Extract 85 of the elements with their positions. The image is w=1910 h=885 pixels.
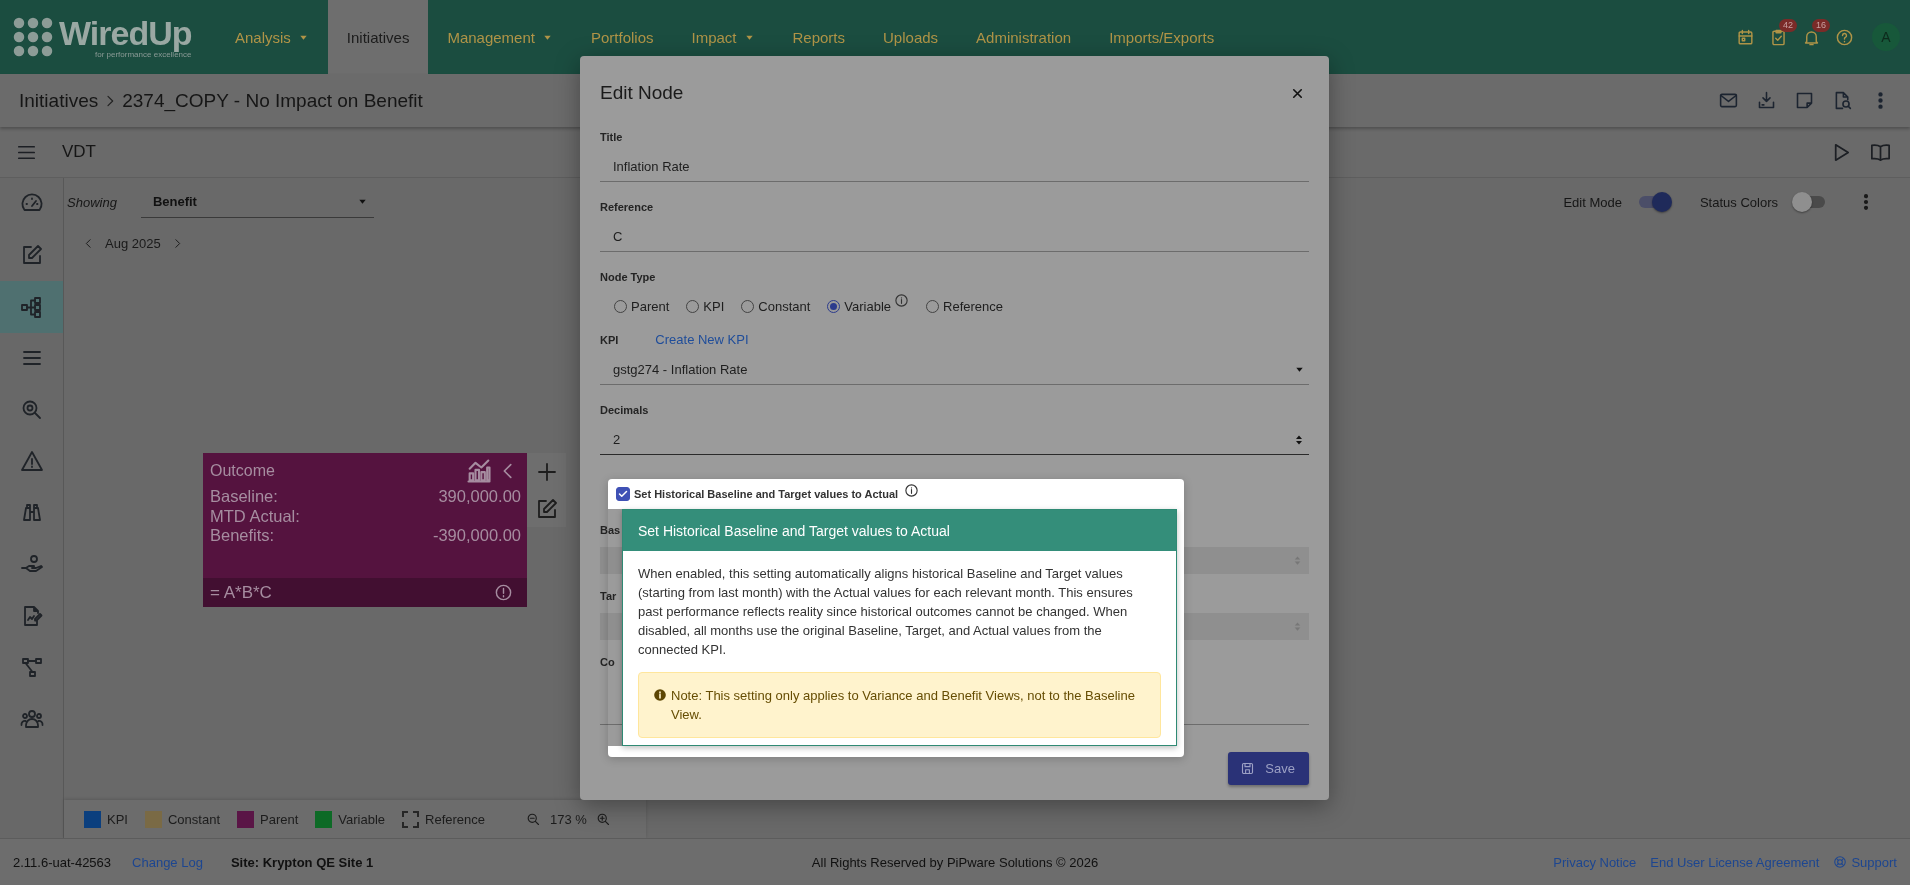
sidebar-item[interactable] bbox=[0, 281, 63, 333]
nav-tab[interactable]: Initiatives bbox=[327, 0, 429, 74]
legend-label: Constant bbox=[167, 811, 220, 827]
breadcrumb-link[interactable]: Initiatives bbox=[19, 89, 99, 112]
note-icon[interactable] bbox=[1794, 90, 1815, 111]
footer-link[interactable]: Privacy Notice bbox=[1553, 854, 1637, 870]
count-badge: 16 bbox=[1812, 18, 1830, 32]
nav-tab[interactable]: Analysis bbox=[216, 0, 328, 74]
logo-text: WiredUp bbox=[59, 15, 192, 50]
footer-link[interactable]: End User License Agreement bbox=[1650, 854, 1820, 870]
field-label: Bas bbox=[600, 523, 621, 537]
nav-tab[interactable]: Management bbox=[428, 0, 572, 74]
nav-tab[interactable]: Uploads bbox=[864, 0, 958, 74]
download-icon[interactable] bbox=[1756, 90, 1777, 111]
nav-tab[interactable]: Portfolios bbox=[571, 0, 673, 74]
radio-label: Reference bbox=[943, 298, 1004, 314]
nav-tab[interactable]: Reports bbox=[773, 0, 865, 74]
flow-icon bbox=[19, 655, 44, 680]
field-label: Tar bbox=[600, 589, 617, 603]
toggle-label: Status Colors bbox=[1699, 194, 1778, 210]
info-icon[interactable] bbox=[904, 482, 920, 498]
field-label: Co bbox=[600, 655, 615, 669]
field-label: Reference bbox=[600, 200, 654, 214]
radio-label: Parent bbox=[631, 298, 670, 314]
node-value: 390,000.00 bbox=[438, 487, 521, 507]
input-field[interactable]: Inflation Rate bbox=[600, 144, 1309, 182]
view-dropdown[interactable]: Benefit bbox=[140, 186, 374, 218]
alert-icon[interactable] bbox=[494, 583, 513, 602]
view-title: VDT bbox=[62, 142, 96, 162]
clipboard-check-icon[interactable] bbox=[1769, 27, 1788, 47]
tree-icon bbox=[19, 294, 44, 319]
field-label: Node Type bbox=[600, 270, 656, 284]
calendar-icon[interactable] bbox=[1736, 27, 1755, 47]
save-button[interactable]: Save bbox=[1228, 752, 1309, 785]
nav-tab[interactable]: Administration bbox=[957, 0, 1091, 74]
input-field[interactable]: C bbox=[600, 214, 1309, 252]
node-label: Baseline: bbox=[210, 487, 278, 507]
copyright-text: All Rights Reserved by PiPware Solutions © 2026 bbox=[811, 854, 1099, 870]
footer-link[interactable]: Support bbox=[1833, 854, 1897, 870]
node-label: Benefits: bbox=[210, 526, 275, 546]
check-icon bbox=[617, 488, 629, 500]
period-label: Aug 2025 bbox=[105, 236, 161, 251]
field-label: KPI bbox=[600, 332, 619, 347]
legend-label: Parent bbox=[260, 811, 299, 827]
changelog-link[interactable]: Change Log bbox=[132, 854, 203, 870]
version-text: 2.11.6-uat-42563 bbox=[13, 854, 112, 870]
radio-label: Variable bbox=[844, 298, 892, 314]
legend-label: Variable bbox=[338, 811, 386, 827]
create-link[interactable]: Create New KPI bbox=[655, 332, 749, 347]
spinner-icon bbox=[1293, 433, 1305, 446]
legend-swatch bbox=[402, 810, 420, 828]
logo-dots-icon bbox=[12, 16, 54, 58]
input-field[interactable]: 2 bbox=[600, 417, 1309, 455]
save-icon bbox=[1240, 761, 1256, 776]
tooltip-text: When enabled, this setting automatically aligns historical Baseline and Target values (starting from last month) with the Actual values for each relevant month. This ensures past performance reflects reality since historical outcomes cannot be changed. When disabled, all months use the original Baseline, Target, and Actual values from the connected KPI. bbox=[638, 565, 1134, 659]
note-text: Note: This setting only applies to Variance and Benefit Views, not to the Baseline View. bbox=[671, 687, 1136, 724]
zoom-level: 173 % bbox=[550, 811, 587, 827]
node-card[interactable]: Outcome Baseline: 390,000.00 MTD Actual: Benefits: -390,000.00 = A*B*C bbox=[203, 453, 527, 607]
info-icon bbox=[653, 688, 667, 702]
warning-icon bbox=[19, 449, 44, 474]
field-label: Decimals bbox=[600, 403, 649, 417]
tooltip-header: Set Historical Baseline and Target values to Actual bbox=[623, 510, 1176, 551]
showing-label: Showing bbox=[67, 194, 117, 210]
radio-label: Constant bbox=[758, 298, 811, 314]
nav-tab[interactable]: Imports/Exports bbox=[1090, 0, 1234, 74]
count-badge: 42 bbox=[1779, 18, 1797, 32]
toggle-label: Edit Mode bbox=[1563, 194, 1622, 210]
chart-icon[interactable] bbox=[465, 457, 493, 485]
field-label: Title bbox=[600, 130, 623, 144]
checkbox-label: Set Historical Baseline and Target values to Actual bbox=[634, 488, 899, 500]
zoom-out-icon[interactable] bbox=[526, 811, 542, 827]
select-field[interactable]: gstg274 - Inflation Rate bbox=[600, 347, 1309, 385]
radio-label: KPI bbox=[703, 298, 725, 314]
dialog-title: Edit Node bbox=[600, 82, 684, 104]
checkbox[interactable] bbox=[616, 487, 630, 501]
node-title: Outcome bbox=[210, 462, 276, 480]
node-label: MTD Actual: bbox=[210, 506, 300, 526]
page-title: 2374_COPY - No Impact on Benefit bbox=[122, 89, 423, 112]
node-formula: = A*B*C bbox=[210, 582, 272, 603]
help-icon[interactable] bbox=[1835, 27, 1854, 47]
site-name: Site: Krypton QE Site 1 bbox=[230, 854, 374, 870]
zoom-in-icon[interactable] bbox=[595, 811, 611, 827]
node-value: -390,000.00 bbox=[432, 526, 521, 546]
legend-label: KPI bbox=[107, 811, 128, 827]
legend-label: Reference bbox=[425, 811, 486, 827]
